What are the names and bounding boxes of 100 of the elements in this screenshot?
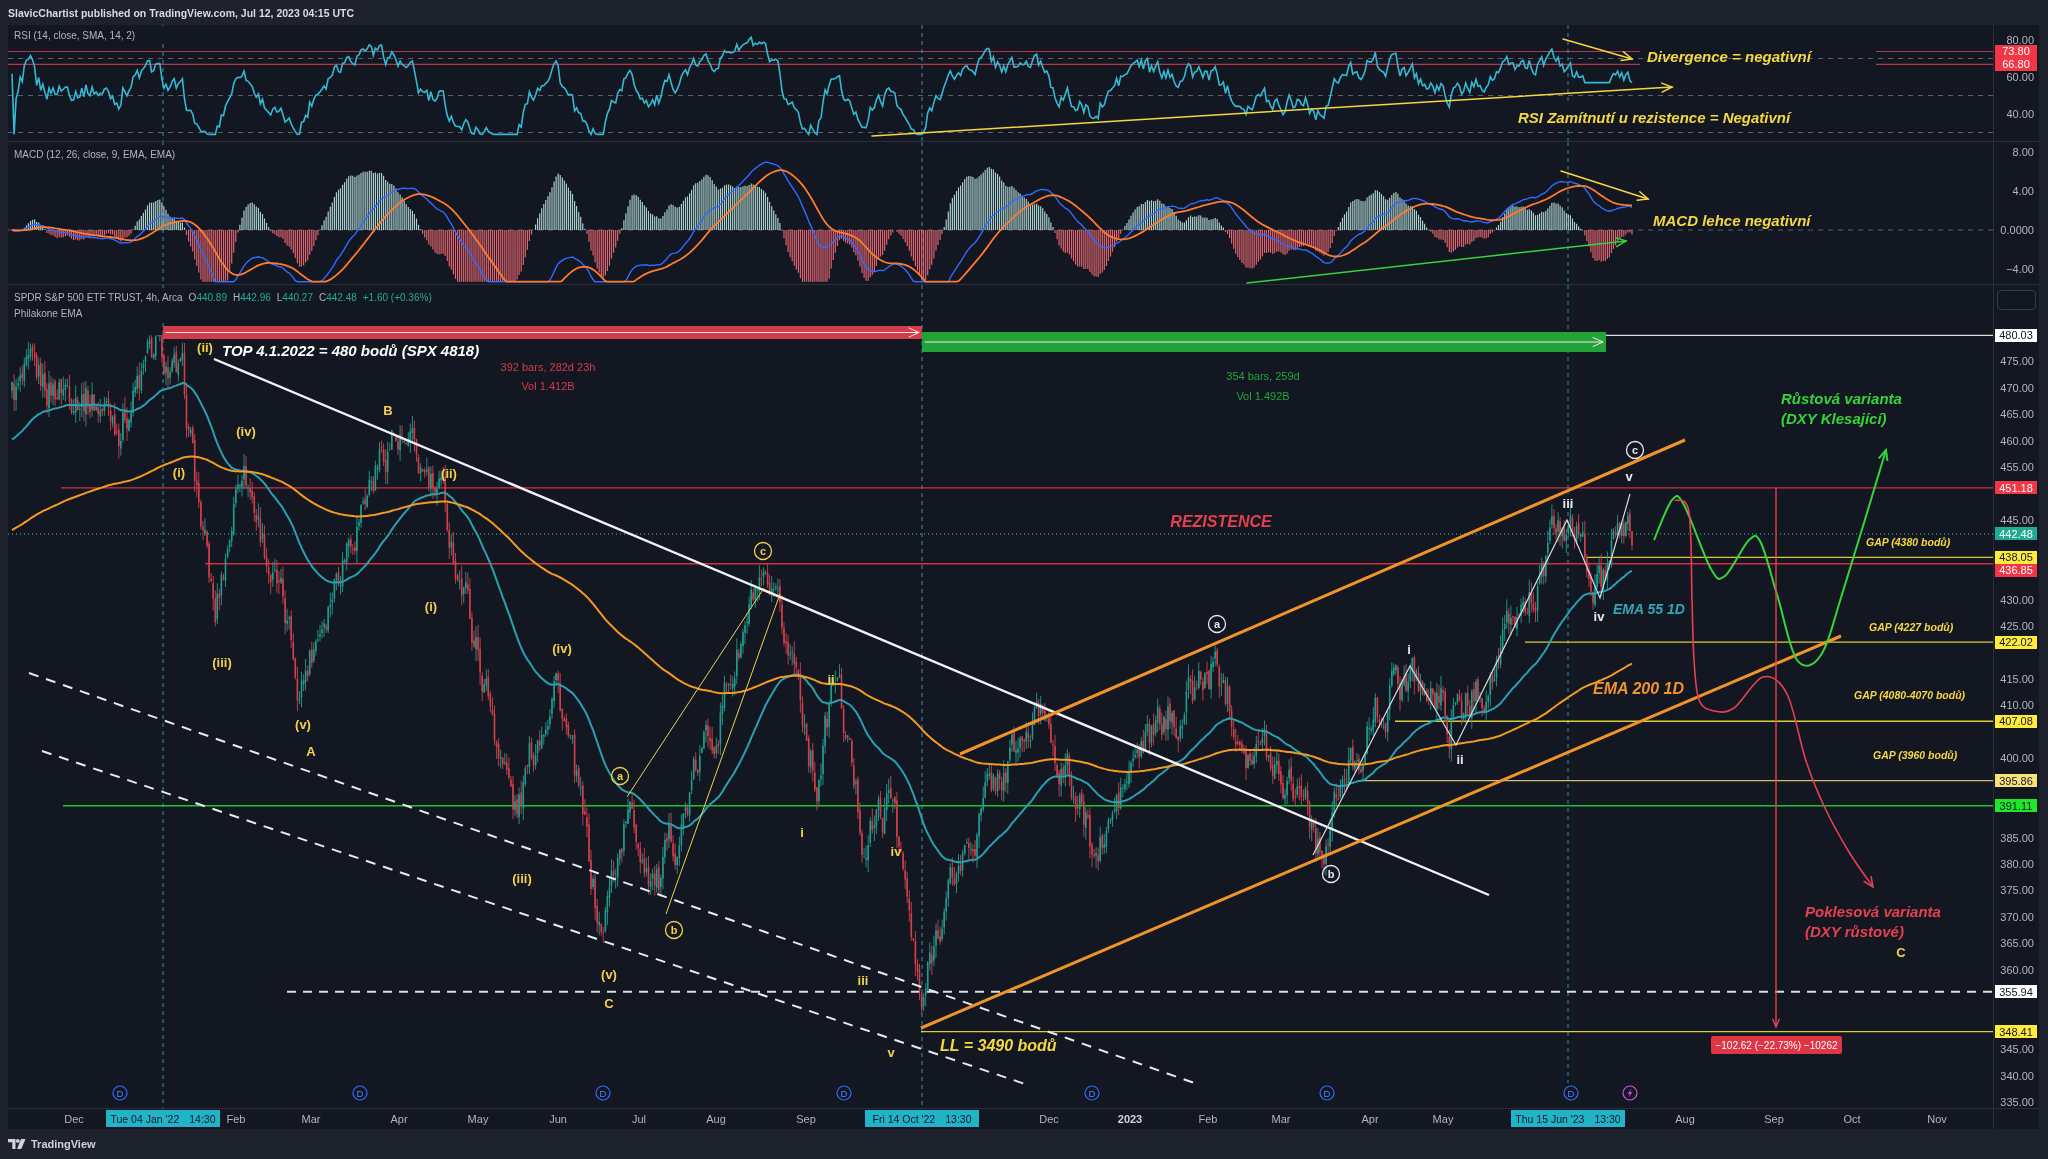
axis-tick-label: 60.00 (2006, 71, 2034, 83)
ohlc-value: H442.96 (232, 291, 271, 305)
annotation-text: (DXY růstové) (1805, 923, 1904, 940)
ohlc-value: O440.89 (188, 291, 227, 305)
annotation-text: Divergence = negativní (1647, 48, 1811, 65)
wave-label: (i) (424, 598, 438, 614)
annotation-text: MACD lehce negativní (1653, 212, 1811, 229)
annotation-text: TOP 4.1.2022 = 480 bodů (SPX 4818) (222, 342, 480, 359)
event-marker[interactable]: D (836, 1085, 852, 1101)
axis-price-label: 391.11 (1995, 799, 2037, 813)
event-marker[interactable]: D (595, 1085, 611, 1101)
wave-label: (iv) (236, 423, 256, 439)
annotation-text: RSI Zamítnutí u rezistence = Negativní (1518, 109, 1791, 126)
lightning-icon[interactable] (1622, 1085, 1638, 1101)
wave-label: iv (1593, 608, 1605, 624)
wave-label: B (383, 402, 393, 418)
axis-tick-label: 380.00 (2000, 859, 2034, 870)
wave-label: iii (1562, 495, 1574, 511)
wave-label: i (1407, 641, 1411, 657)
annotation-text: EMA 200 1D (1593, 680, 1684, 697)
axis-tick-label: 370.00 (2000, 911, 2034, 923)
wave-label: v (1625, 468, 1633, 484)
crosshair-date-label: Fri 14 Oct '22 13:30 (865, 1110, 979, 1127)
wave-label: iii (857, 972, 869, 988)
annotation-text: (DXY Klesající) (1781, 410, 1887, 427)
event-marker[interactable]: D (1319, 1085, 1335, 1101)
time-tick-label: Dec (64, 1113, 84, 1125)
axis-price-label: 355.94 (1995, 985, 2037, 999)
annotation-text: Růstová varianta (1781, 390, 1902, 407)
range-stats-text: Vol 1.412B (521, 380, 575, 392)
axis-tick-label: 360.00 (2000, 964, 2034, 976)
axis-price-label: 73.80 (1995, 44, 2037, 58)
indicator-legend: Philakone EMA (14, 307, 432, 321)
time-tick-label: Mar (1271, 1113, 1291, 1125)
logo-icon (8, 1139, 26, 1149)
annotation-text: LL = 3490 bodů (940, 1037, 1057, 1054)
time-tick-label: Jun (549, 1113, 567, 1125)
axis-tick-label: 475.00 (2000, 356, 2034, 368)
axis-tick-label: 400.00 (2000, 753, 2034, 765)
axis-price-label: 442.48 (1995, 527, 2037, 541)
event-marker[interactable]: D (1084, 1085, 1100, 1101)
circled-wave-label: c (1625, 440, 1645, 460)
axis-tick-label: 0.0000 (2000, 224, 2034, 236)
time-tick-label: Mar (301, 1113, 321, 1125)
indicator-legend: RSI (14, close, SMA, 14, 2) (14, 29, 136, 43)
publisher-caption: SlavicChartist published on TradingView.com, Jul 12, 2023 04:15 UTC (8, 6, 355, 19)
axis-tick-label: 8.00 (2012, 146, 2034, 158)
annotation-text: GAP (4380 bodů) (1866, 536, 1951, 548)
time-tick-label: Aug (706, 1113, 726, 1125)
time-tick-label: Jul (631, 1113, 647, 1125)
axis-price-label: 480.03 (1995, 328, 2037, 342)
axis-price-label: 438.05 (1995, 550, 2037, 564)
measurement-label: −102.62 (−22.73%) −10262 (1711, 1036, 1842, 1054)
axis-tick-label: 465.00 (2000, 409, 2034, 421)
wave-label: i (800, 824, 804, 840)
annotation-text: Poklesová varianta (1805, 903, 1941, 920)
axis-tick-label: 375.00 (2000, 885, 2034, 897)
axis-tick-label: 385.00 (2000, 832, 2034, 844)
axis-tick-label: 455.00 (2000, 462, 2034, 474)
axis-tick-label: 430.00 (2000, 594, 2034, 606)
wave-label: C (604, 995, 614, 1011)
circled-wave-label: a (610, 766, 630, 786)
wave-label: A (306, 743, 316, 759)
event-marker[interactable]: D (352, 1085, 368, 1101)
circled-wave-label: c (753, 541, 773, 561)
annotation-text: REZISTENCE (1170, 513, 1272, 530)
wave-label: (iii) (212, 654, 232, 670)
time-tick-label: Sep (1764, 1113, 1784, 1125)
time-tick-label: Sep (796, 1113, 816, 1125)
time-tick-label: Feb (226, 1113, 246, 1125)
time-tick-label: Aug (1675, 1113, 1695, 1125)
time-tick-label: Apr (1361, 1113, 1379, 1125)
axis-price-label: 422.02 (1995, 635, 2037, 649)
wave-label: iv (890, 843, 902, 859)
wave-label: (iii) (512, 870, 532, 886)
wave-label: (iv) (552, 640, 572, 656)
axis-tick-label: 80.00 (2006, 34, 2034, 46)
ohlc-value: C442.48 (318, 291, 357, 305)
time-tick-label: May (1432, 1113, 1454, 1125)
wave-label: (v) (295, 716, 311, 732)
time-tick-label: Dec (1039, 1113, 1059, 1125)
wave-label: C (1896, 944, 1906, 960)
event-marker[interactable]: D (1563, 1085, 1579, 1101)
ohlc-value: L440.27 (276, 291, 313, 305)
axis-tick-label: 445.00 (2000, 515, 2034, 527)
axis-tick-label: 345.00 (2000, 1044, 2034, 1056)
range-stats-text: 392 bars, 282d 23h (500, 361, 596, 373)
event-marker[interactable]: D (112, 1085, 128, 1101)
divergence-arrow (1562, 38, 1634, 62)
axis-tick-label: 460.00 (2000, 435, 2034, 447)
brand-name: TradingView (31, 1138, 96, 1150)
annotation-text: EMA 55 1D (1613, 601, 1685, 617)
crosshair-date-label: Tue 04 Jan '22 14:30 (106, 1110, 220, 1127)
wave-label: v (887, 1044, 895, 1060)
symbol-title: SPDR S&P 500 ETF TRUST, 4h, Arca (14, 291, 183, 305)
axis-tick-label: −4.00 (2006, 263, 2034, 275)
circled-wave-label: b (664, 920, 684, 940)
time-tick-label: 2023 (1117, 1113, 1143, 1125)
axis-tick-label: 425.00 (2000, 620, 2034, 632)
circled-wave-label: b (1321, 864, 1341, 884)
